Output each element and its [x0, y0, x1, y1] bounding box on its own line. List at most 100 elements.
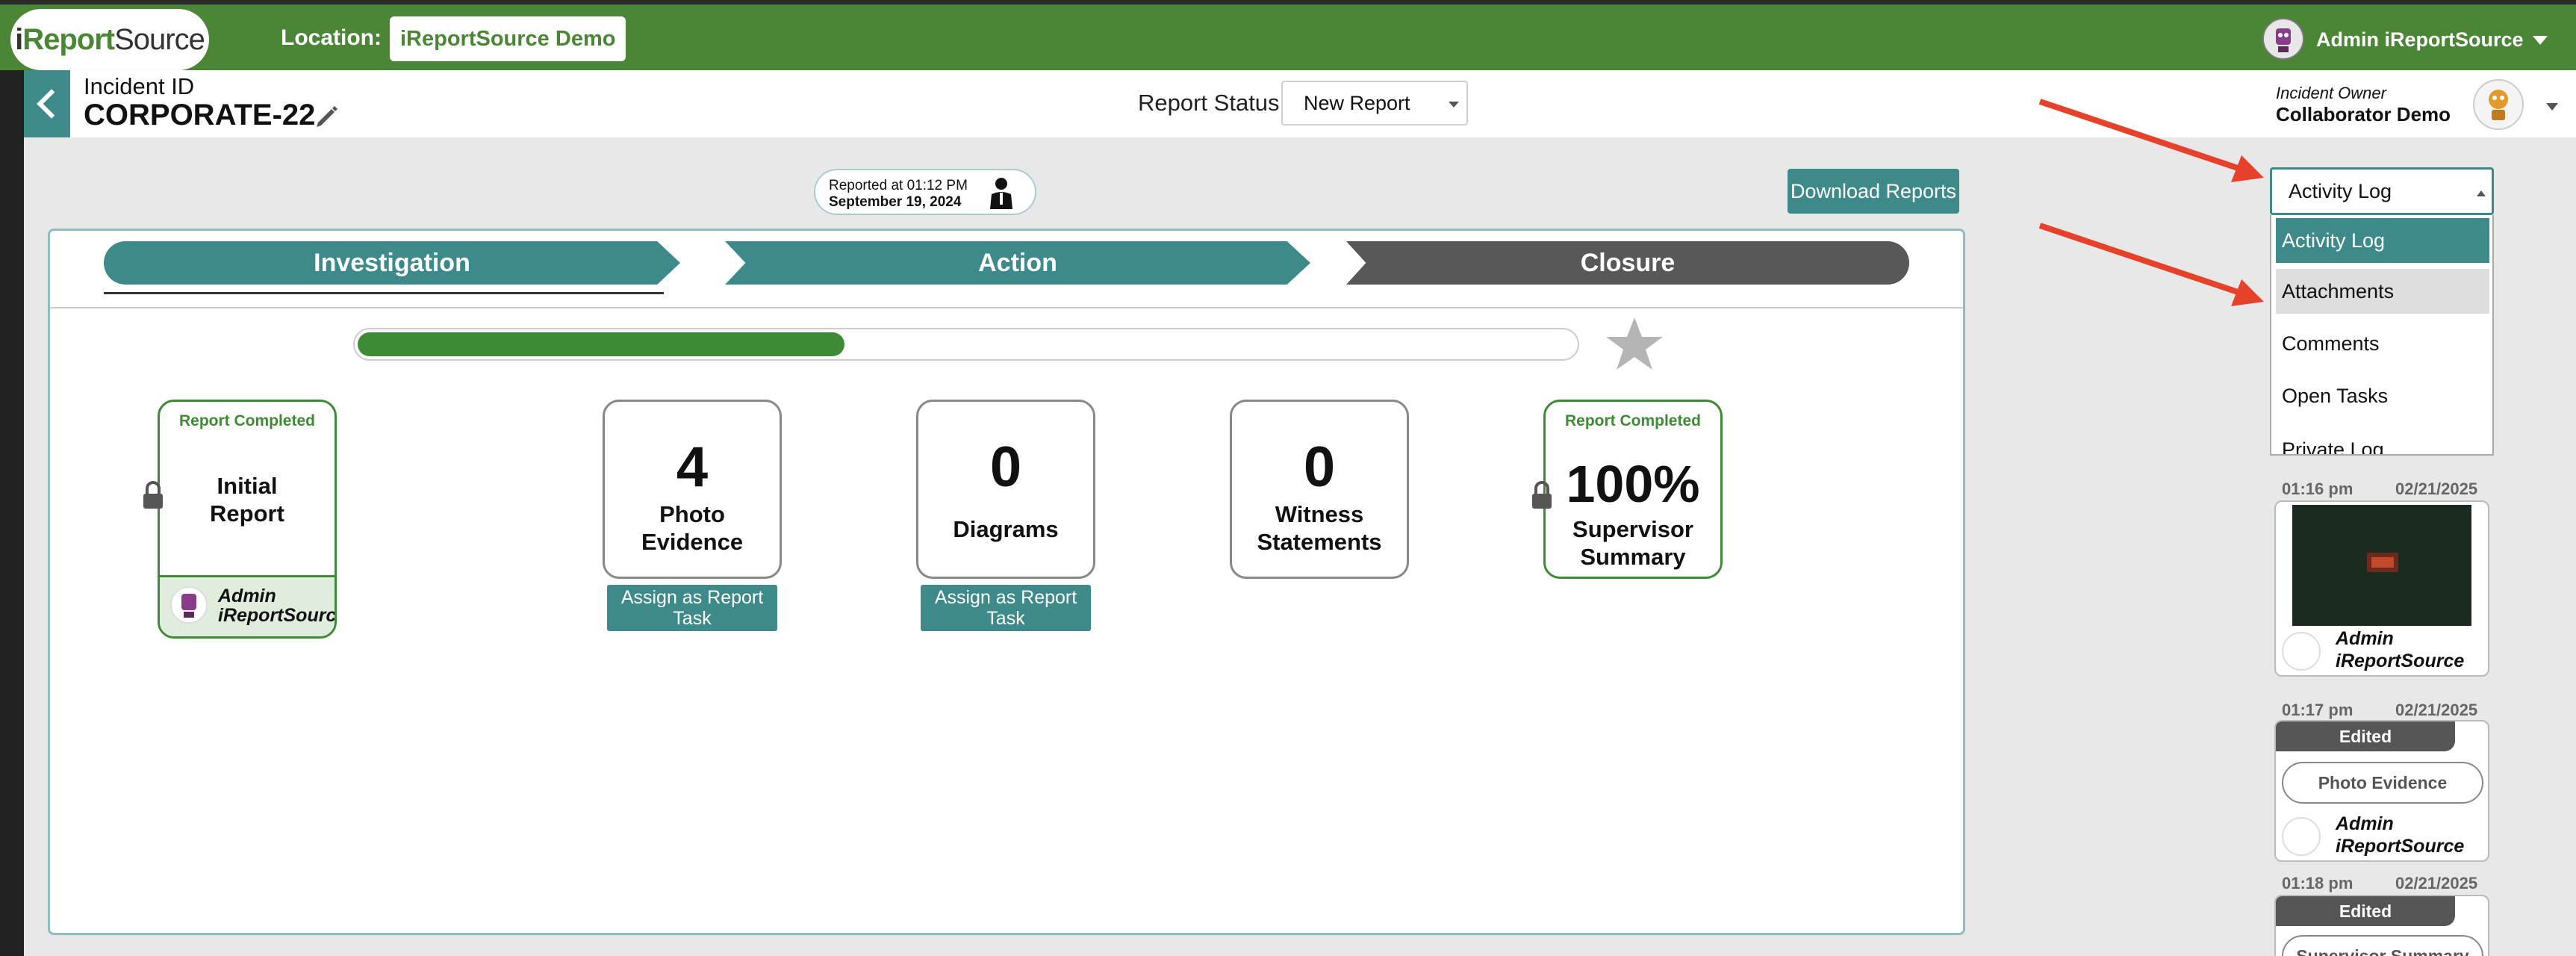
log-author-avatar: [2282, 632, 2321, 671]
logo-text-source: Source: [114, 22, 205, 56]
dropdown-option-attachments[interactable]: Attachments: [2276, 269, 2489, 314]
current-user-name[interactable]: Admin iReportSource: [2316, 28, 2524, 52]
chevron-down-icon: [1449, 102, 1459, 108]
activity-sidebar: Activity Log Activity Log Attachments Co…: [2262, 163, 2501, 956]
report-status-select[interactable]: New Report: [1281, 81, 1468, 125]
robot-avatar-icon: [2276, 28, 2291, 52]
robot-avatar-icon: [181, 594, 196, 618]
attachment-thumbnail[interactable]: [2292, 505, 2471, 626]
photo-evidence-label-line2: Evidence: [641, 529, 744, 555]
owner-avatar[interactable]: [2473, 79, 2524, 130]
chevron-left-icon: [37, 89, 66, 119]
assign-diagrams-button[interactable]: Assign as Report Task: [921, 585, 1091, 631]
active-tab-underline: [104, 292, 664, 294]
robot-owner-icon: [2489, 90, 2508, 120]
witness-label-line2: Statements: [1257, 529, 1382, 555]
author-name: Admin iReportSource: [218, 586, 337, 626]
author-name-line1: Admin: [218, 586, 276, 606]
incident-workflow-panel: Investigation Action Closure Report Comp…: [48, 229, 1965, 935]
logo-text-i: i: [15, 22, 23, 56]
progress-bar-fill: [358, 332, 844, 356]
chevron-up-icon: [2477, 190, 2486, 196]
photo-evidence-card[interactable]: 4 Photo Evidence: [603, 400, 782, 579]
report-completed-label: Report Completed: [1564, 412, 1701, 429]
log-author-name: Admin iReportSource: [2336, 813, 2464, 857]
log-author-avatar: [2282, 817, 2321, 856]
log-entry-date: 02/21/2025: [2395, 874, 2478, 893]
red-arrow-line-1: [2038, 99, 2241, 172]
lock-icon: [1532, 481, 1552, 509]
dropdown-option-open-tasks[interactable]: Open Tasks: [2276, 373, 2489, 418]
left-edge-strip: [0, 70, 24, 956]
annotation-arrow-icons: [2038, 99, 2264, 306]
log-entry-time: 01:16 pm: [2282, 479, 2353, 498]
red-arrow-line-2: [2038, 223, 2241, 296]
initial-report-card[interactable]: Report Completed Initial Report Admin iR…: [158, 400, 337, 639]
log-entry-card[interactable]: Edited Photo Evidence Admin iReportSourc…: [2274, 720, 2489, 862]
tab-investigation[interactable]: Investigation: [104, 241, 680, 285]
supervisor-summary-percent: 100%: [1566, 455, 1700, 513]
user-menu-caret-icon[interactable]: [2533, 36, 2548, 45]
author-avatar: [170, 586, 208, 624]
tab-closure[interactable]: Closure: [1346, 241, 1909, 285]
log-author-name: Admin iReportSource: [2336, 627, 2464, 672]
star-icon: [1606, 317, 1663, 370]
user-avatar[interactable]: [2262, 18, 2304, 60]
report-status-value: New Report: [1304, 91, 1410, 114]
workflow-tabs: Investigation Action Closure: [50, 231, 1963, 308]
ireportsource-logo[interactable]: i Report Source: [10, 9, 209, 70]
supervisor-label-line1: Supervisor: [1572, 516, 1693, 542]
owner-menu-caret-icon[interactable]: [2546, 103, 2558, 111]
log-entry-card[interactable]: Admin iReportSource: [2274, 500, 2489, 677]
log-item-pill[interactable]: Supervisor Summary: [2282, 935, 2483, 956]
witness-statements-card[interactable]: 0 Witness Statements: [1230, 400, 1409, 579]
log-author-line2: iReportSource: [2336, 836, 2465, 857]
location-label: Location:: [281, 25, 382, 50]
edited-tag: Edited: [2276, 721, 2455, 751]
initial-report-title-line1: Initial: [217, 473, 278, 499]
diagrams-card[interactable]: 0 Diagrams: [916, 400, 1095, 579]
photo-evidence-count: 4: [676, 435, 709, 499]
tab-action[interactable]: Action: [725, 241, 1310, 285]
download-reports-button[interactable]: Download Reports: [1788, 169, 1959, 214]
log-entry-time: 01:18 pm: [2282, 874, 2353, 893]
dropdown-option-comments[interactable]: Comments: [2276, 321, 2489, 366]
dropdown-option-private-log[interactable]: Private Log: [2276, 427, 2489, 455]
log-entry-date: 02/21/2025: [2395, 701, 2478, 719]
author-name-line2: iReportSource: [218, 605, 337, 626]
assign-photo-evidence-button[interactable]: Assign as Report Task: [607, 585, 777, 631]
reported-time: Reported at 01:12 PM: [829, 178, 968, 193]
activity-view-select[interactable]: Activity Log: [2270, 167, 2494, 215]
incident-owner-label: Incident Owner: [2276, 84, 2386, 102]
top-navigation-bar: i Report Source Location: iReportSource De…: [0, 0, 2576, 70]
progress-bar: [353, 328, 1579, 361]
log-author-line2: iReportSource: [2336, 651, 2465, 671]
reported-date: September 19, 2024: [829, 194, 962, 210]
pencil-edit-icon[interactable]: [314, 103, 339, 128]
diagrams-count: 0: [989, 435, 1022, 499]
initial-report-author: Admin iReportSource: [160, 575, 337, 636]
report-status-label: Report Status:: [1138, 90, 1287, 116]
incident-id-value: CORPORATE-22: [84, 99, 316, 131]
log-author-line1: Admin: [2336, 628, 2394, 649]
supervisor-summary-card[interactable]: Report Completed 100% Supervisor Summary: [1543, 400, 1723, 579]
edited-tag: Edited: [2276, 896, 2455, 926]
back-button[interactable]: [24, 70, 70, 137]
incident-id-label: Incident ID: [84, 73, 195, 99]
witness-statements-count: 0: [1303, 435, 1336, 499]
witness-label-line1: Witness: [1275, 501, 1364, 527]
activity-select-value: Activity Log: [2289, 179, 2392, 202]
photo-evidence-label-line1: Photo: [659, 501, 725, 527]
photo-thumbnail-image: [2292, 505, 2471, 626]
location-selector[interactable]: iReportSource Demo: [390, 16, 626, 61]
diagrams-label: Diagrams: [953, 516, 1059, 542]
log-author-line1: Admin: [2336, 813, 2394, 834]
supervisor-label-line2: Summary: [1580, 544, 1686, 570]
report-completed-label: Report Completed: [178, 412, 315, 429]
log-item-pill[interactable]: Photo Evidence: [2282, 762, 2483, 804]
reported-at-badge: Reported at 01:12 PM September 19, 2024: [814, 169, 1036, 215]
reporter-person-icon: [990, 178, 1012, 209]
log-entry-card[interactable]: Edited Supervisor Summary: [2274, 895, 2489, 956]
activity-view-dropdown: Activity Log Attachments Comments Open T…: [2270, 215, 2494, 456]
dropdown-option-activity-log[interactable]: Activity Log: [2276, 218, 2489, 263]
